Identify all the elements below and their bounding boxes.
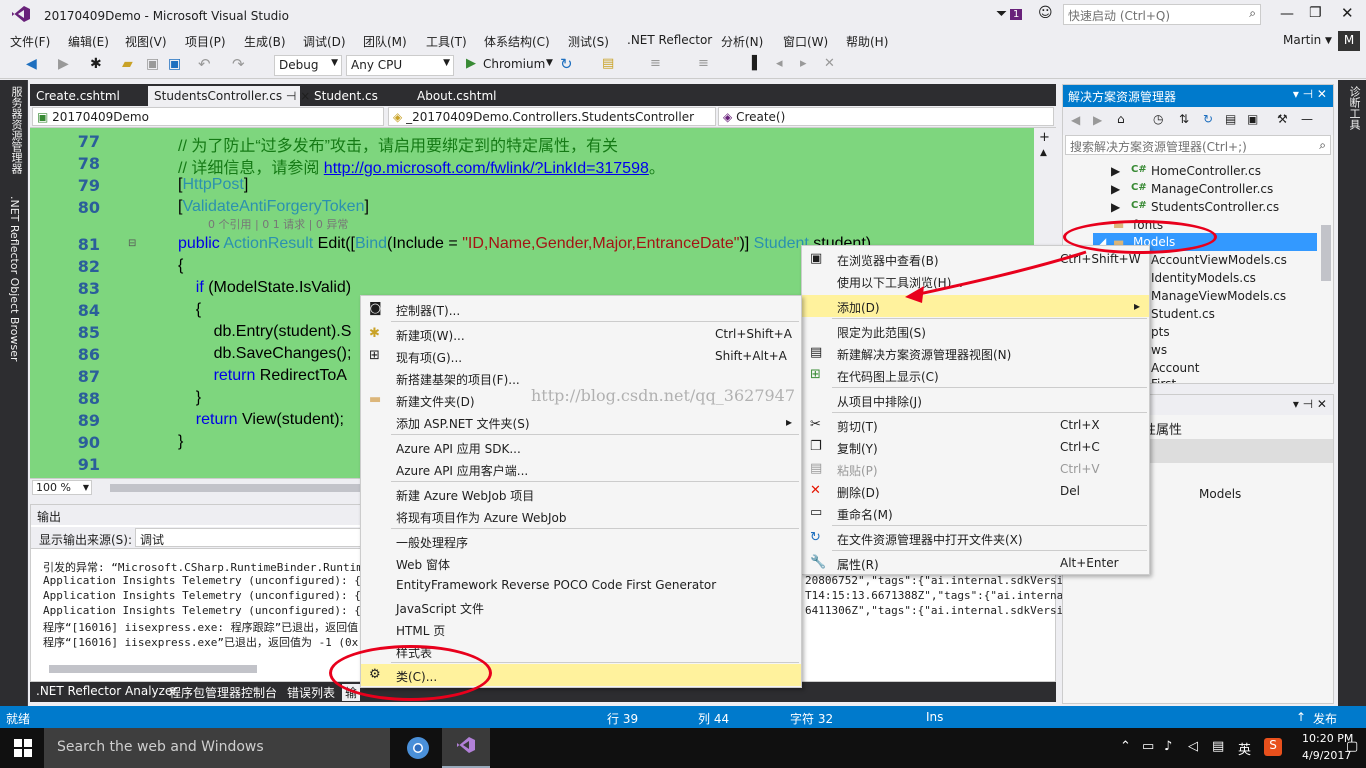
publish-icon[interactable]: ↑ [1296,710,1306,724]
network-icon[interactable]: ▭ [1142,739,1154,754]
taskbar: Search the web and Windows ⌃ ▭ ♪ ◁ ▤ 英 S… [0,728,1366,768]
status-row: 行 39 [607,712,639,726]
annotation-arrow-icon [905,250,1087,303]
clock-date: 4/9/2017 [1302,749,1352,762]
status-col: 列 44 [698,712,730,726]
status-ins: Ins [926,710,944,724]
tray-chevron-icon[interactable]: ⌃ [1120,739,1131,754]
status-ready: 就绪 [6,712,31,726]
publish-button[interactable]: 发布 [1313,710,1337,727]
sogou-icon[interactable]: S [1264,738,1282,756]
windows-start-icon[interactable] [14,739,32,757]
taskbar-vs-button[interactable] [442,728,490,768]
notifications-icon[interactable]: ▢ [1346,739,1358,754]
speaker-icon[interactable]: ◁ [1188,739,1198,754]
action-center-icon[interactable]: ▤ [1212,739,1224,754]
status-char: 字符 32 [790,712,834,726]
status-bar: 就绪 行 39 列 44 字符 32 Ins ↑ 发布 [0,706,1366,728]
taskbar-search[interactable]: Search the web and Windows [44,728,390,768]
volume-icon[interactable]: ♪ [1164,739,1172,754]
ime-indicator[interactable]: 英 [1238,739,1251,758]
visual-studio-icon [457,737,475,753]
chromium-icon[interactable] [406,736,430,760]
